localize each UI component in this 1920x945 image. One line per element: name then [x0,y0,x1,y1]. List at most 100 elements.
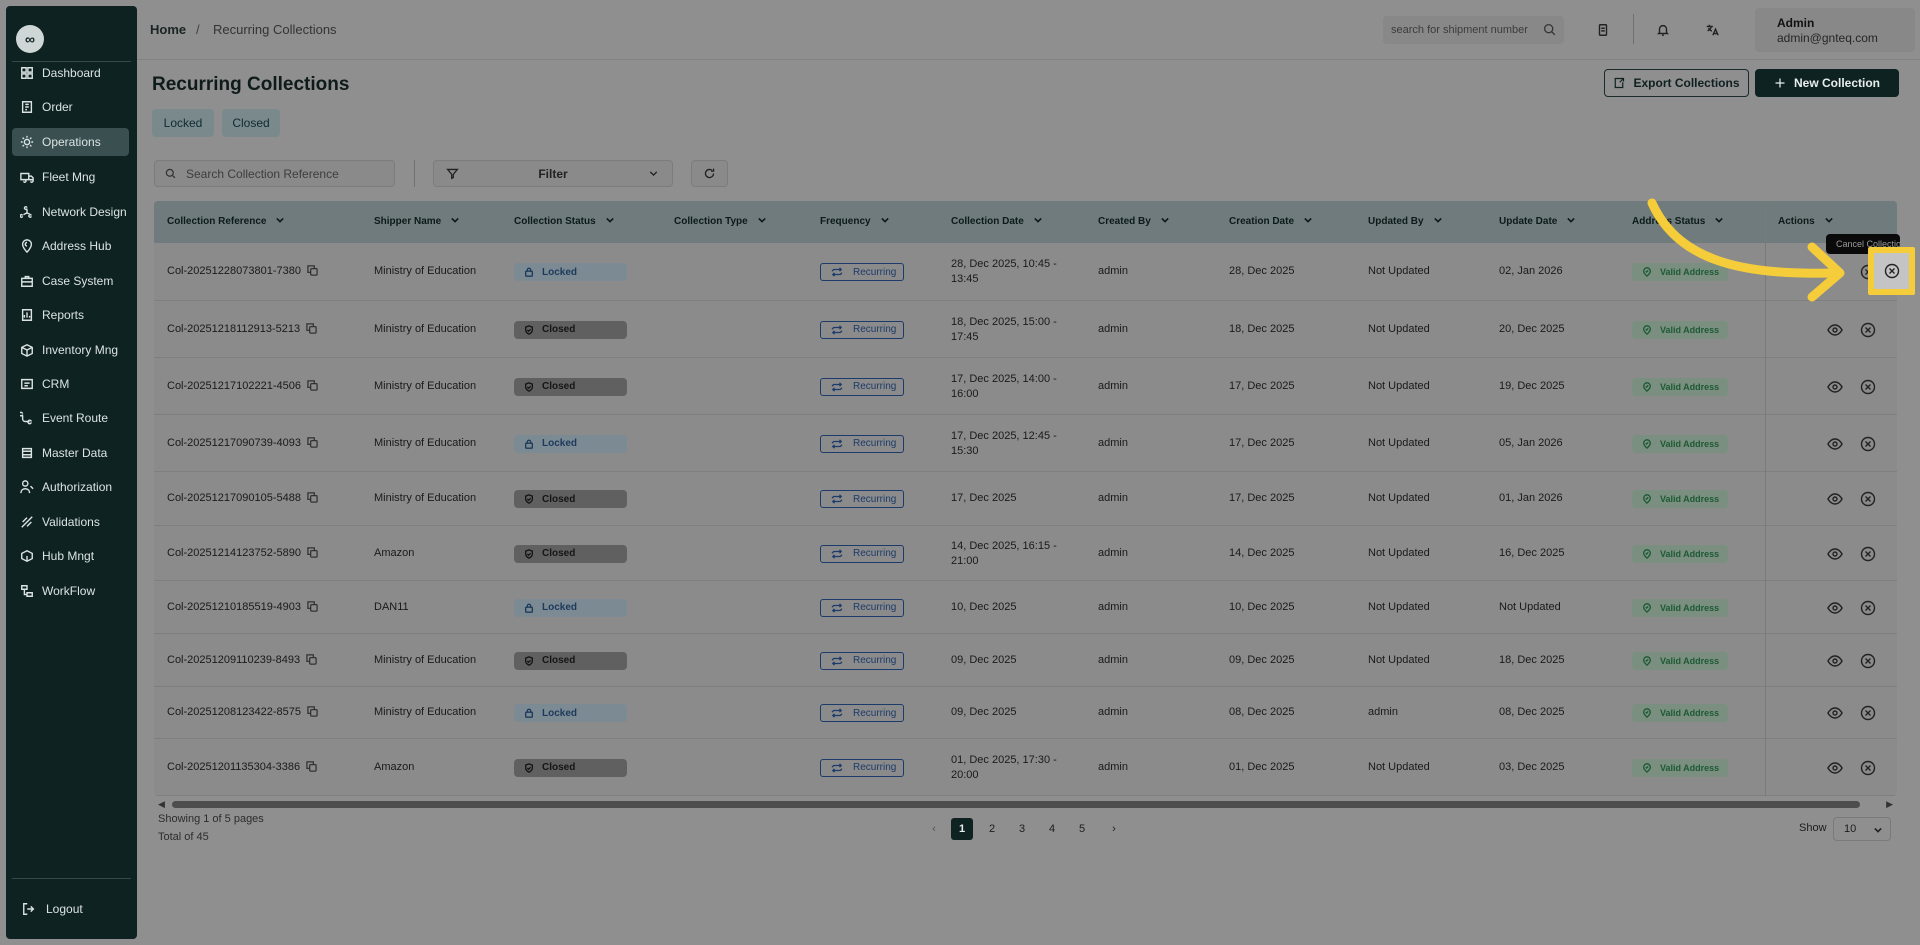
sidebar-item-address-hub[interactable]: Address Hub [12,232,129,260]
page-4-button[interactable]: 4 [1041,818,1063,840]
copy-icon[interactable] [307,492,318,508]
column-header-shipper-name[interactable]: Shipper Name [374,216,460,227]
cancel-collection-button[interactable] [1859,759,1877,777]
view-collection-button[interactable] [1826,321,1844,339]
collection-reference-cell[interactable]: Col-20251214123752-5890 [167,546,318,563]
collection-reference-cell[interactable]: Col-20251209110239-8493 [167,653,317,670]
horizontal-scrollbar[interactable]: ◀ ▶ [154,797,1897,811]
sidebar-item-dashboard[interactable]: Dashboard [12,59,129,87]
column-header-updated-by[interactable]: Updated By [1368,216,1442,227]
app-logo[interactable]: ∞ [16,25,44,53]
cancel-collection-button[interactable] [1859,599,1877,617]
sort-chevron-icon[interactable] [605,216,614,227]
sidebar-item-network-design[interactable]: Network Design [12,198,129,226]
sidebar-item-validations[interactable]: Validations [12,508,129,536]
shipment-search-input[interactable]: search for shipment number [1383,16,1564,44]
scanner-button[interactable] [1589,16,1617,44]
breadcrumb-home[interactable]: Home [150,22,186,37]
sidebar-item-event-route[interactable]: Event Route [12,404,129,432]
column-header-update-date[interactable]: Update Date [1499,216,1576,227]
column-header-frequency[interactable]: Frequency [820,216,889,227]
table-row[interactable]: Col-20251217090739-4093 Ministry of Educa… [154,415,1897,472]
table-row[interactable]: Col-20251210185519-4903 DAN11 Locked Recurr… [154,581,1897,634]
view-collection-button[interactable] [1826,652,1844,670]
user-menu[interactable]: Admin admin@gnteq.com [1755,8,1915,52]
copy-icon[interactable] [306,760,317,777]
sort-chevron-icon[interactable] [757,216,766,227]
column-header-address-status[interactable]: Address Status [1632,216,1724,227]
table-row[interactable]: Col-20251209110239-8493 Ministry of Educa… [154,634,1897,687]
column-header-collection-reference[interactable]: Collection Reference [167,216,285,227]
sidebar-item-authorization[interactable]: Authorization [12,473,129,501]
copy-icon[interactable] [307,600,318,617]
sidebar-item-fleet-mng[interactable]: Fleet Mng [12,163,129,191]
sort-chevron-icon[interactable] [1034,216,1042,227]
language-button[interactable] [1698,16,1726,44]
cancel-collection-button[interactable] [1859,378,1877,396]
cancel-collection-button[interactable] [1859,704,1877,722]
pagination-prev-button[interactable]: ‹ [923,818,945,840]
table-row[interactable]: Col-20251217090105-5488 Ministry of Educa… [154,472,1897,526]
sort-chevron-icon[interactable] [276,216,285,227]
sort-chevron-icon[interactable] [1715,216,1724,227]
sidebar-item-workflow[interactable]: WorkFlow [12,577,129,605]
page-2-button[interactable]: 2 [981,818,1003,840]
new-collection-button[interactable]: New Collection [1755,69,1899,97]
table-row[interactable]: Col-20251218112913-5213 Ministry of Educa… [154,301,1897,358]
sidebar-item-crm[interactable]: CRM [12,370,129,398]
view-collection-button[interactable] [1826,759,1844,777]
copy-icon[interactable] [307,436,318,453]
copy-icon[interactable] [307,265,318,281]
sidebar-item-order[interactable]: Order [12,93,129,121]
table-row[interactable]: Col-20251217102221-4506 Ministry of Educa… [154,358,1897,415]
column-header-creation-date[interactable]: Creation Date [1229,216,1312,227]
copy-icon[interactable] [307,706,318,722]
search-icon[interactable] [1543,23,1556,36]
collection-reference-cell[interactable]: Col-20251228073801-7380 [167,264,318,281]
view-collection-button[interactable] [1826,435,1844,453]
sort-chevron-icon[interactable] [1567,216,1576,227]
copy-icon[interactable] [307,379,318,396]
cancel-collection-button-highlighted[interactable] [1868,247,1915,295]
sidebar-item-master-data[interactable]: Master Data [12,439,129,467]
cancel-collection-button[interactable] [1859,545,1877,563]
refresh-button[interactable] [691,160,728,187]
export-collections-button[interactable]: Export Collections [1604,69,1749,97]
sidebar-item-hub-mngt[interactable]: Hub Mngt [12,542,129,570]
sort-chevron-icon[interactable] [1304,216,1312,227]
logout-button[interactable]: Logout [22,902,83,916]
column-header-created-by[interactable]: Created By [1098,216,1169,227]
sort-chevron-icon[interactable] [880,216,889,227]
view-collection-button[interactable] [1826,378,1844,396]
sort-chevron-icon[interactable] [1161,216,1169,227]
table-row[interactable]: Col-20251208123422-8575 Ministry of Educa… [154,687,1897,739]
collection-reference-cell[interactable]: Col-20251210185519-4903 [167,600,318,617]
scroll-left-icon[interactable]: ◀ [158,799,165,810]
pagination-next-button[interactable]: › [1103,818,1125,840]
notifications-button[interactable] [1649,16,1677,44]
collection-reference-cell[interactable]: Col-20251208123422-8575 [167,705,318,722]
table-row[interactable]: Col-20251228073801-7380 Ministry of Educa… [154,243,1897,301]
cancel-collection-button[interactable] [1859,490,1877,508]
tab-closed[interactable]: Closed [222,109,280,137]
table-row[interactable]: Col-20251201135304-3386 Amazon Closed Recur… [154,739,1897,796]
page-1-button[interactable]: 1 [951,818,973,840]
column-header-collection-type[interactable]: Collection Type [674,216,766,227]
page-3-button[interactable]: 3 [1011,818,1033,840]
sidebar-item-inventory-mng[interactable]: Inventory Mng [12,336,129,364]
cancel-collection-button[interactable] [1859,435,1877,453]
sort-chevron-icon[interactable] [451,216,460,227]
sidebar-item-reports[interactable]: Reports [12,301,129,329]
page-5-button[interactable]: 5 [1071,818,1093,840]
sort-chevron-icon[interactable] [1433,216,1442,227]
scrollbar-thumb[interactable] [172,801,1860,808]
copy-icon[interactable] [306,322,317,339]
scroll-right-icon[interactable]: ▶ [1886,799,1893,810]
cancel-collection-button[interactable] [1859,321,1877,339]
collection-reference-cell[interactable]: Col-20251217102221-4506 [167,379,318,396]
tab-locked[interactable]: Locked [152,109,214,137]
copy-icon[interactable] [307,546,318,563]
column-header-collection-date[interactable]: Collection Date [951,216,1042,227]
page-size-select[interactable]: 10 [1833,817,1891,841]
collection-reference-cell[interactable]: Col-20251218112913-5213 [167,322,317,339]
